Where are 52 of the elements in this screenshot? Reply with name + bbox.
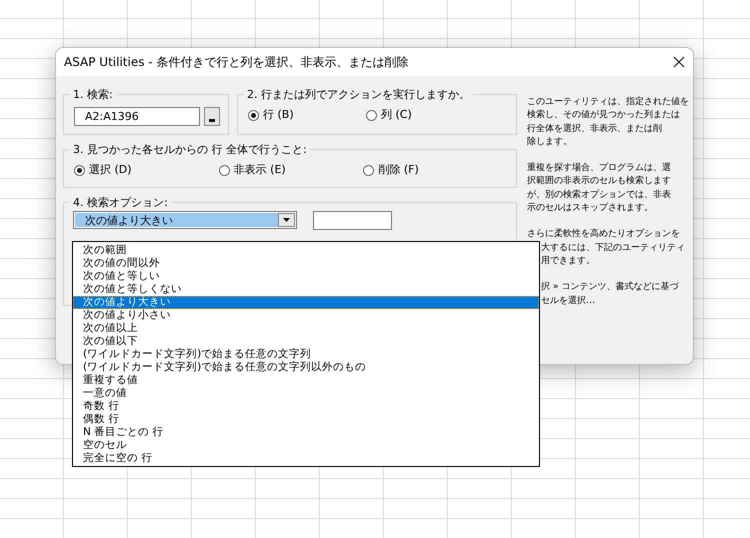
dropdown-option[interactable]: 空のセル [73,439,539,452]
dropdown-option[interactable]: (ワイルドカード文字列)で始まる任意の文字列以外のもの [73,361,539,374]
dropdown-option[interactable]: 次の値以下 [73,335,539,348]
dropdown-option[interactable]: 次の範囲 [73,244,539,257]
dropdown-option[interactable]: 奇数 行 [73,400,539,413]
dropdown-option[interactable]: 次の値の間以外 [73,257,539,270]
dropdown-option[interactable]: 一意の値 [73,387,539,400]
radio-label[interactable]: 非表示 (E) [234,162,286,179]
radio-button[interactable] [218,165,230,176]
group-label: 4. 検索オプション: [72,196,169,210]
description-text: 択範囲の非表示のセルも検索します [527,174,671,188]
description-text: 大するには、下記のユーティリティ [541,240,685,254]
group-label: 2. 行または列でアクションを実行しますか。 [246,88,471,102]
dropdown-option[interactable]: 次の値以上 [73,322,539,335]
radio-button[interactable] [366,110,377,121]
description-text: 用できます。 [541,254,595,268]
dropdown-option[interactable]: N 番目ごとの 行 [73,426,539,439]
radio-label[interactable]: 選択 (D) [89,162,132,179]
dropdown-option[interactable]: 重複する値 [73,374,539,387]
close-icon[interactable] [673,56,685,68]
description-text: 検索し、その値が見つかった列または [527,108,680,122]
description-text: さらに柔軟性を高めたりオプションを [527,227,680,241]
description-text: 示のセルはスキップされます。 [527,201,653,214]
dropdown-value: 次の値より大きい [75,213,278,228]
dropdown-arrow-icon [283,218,290,222]
dropdown-option[interactable]: 完全に空の 行 [73,452,539,465]
dropdown-option[interactable]: 次の値より大きい [73,296,539,309]
description-text: 除します。 [527,134,572,148]
dropdown-option[interactable]: 偶数 行 [73,413,539,426]
value-field[interactable] [313,211,392,230]
dropdown-option[interactable]: 次の値と等しい [73,270,539,283]
condition-dropdown[interactable]: 次の値より大きい [73,211,297,230]
dropdown-option[interactable]: 次の値より小さい [73,309,539,322]
window-title: ASAP Utilities - 条件付きで行と列を選択、非表示、または削除 [64,54,408,71]
group-label: 1. 検索: [72,88,114,102]
description-text: が、別の検索オプションでは、非表 [527,188,671,202]
group-label: 3. 見つかった各セルからの 行 全体で行うこと: [72,143,308,156]
radio-label[interactable]: 列 (C) [381,107,412,124]
radio-button[interactable] [363,165,374,176]
radio-label[interactable]: 行 (B) [263,107,294,124]
dropdown-option[interactable]: 次の値と等しくない [73,283,539,296]
range-picker-button[interactable] [204,107,220,126]
range-field[interactable]: A2:A1396 [74,107,200,126]
description-text: 行全体を選択、非表示、または削 [527,122,662,135]
radio-button[interactable] [248,110,259,121]
description-text: 重複を探す場合、プログラムは、選 [527,161,671,174]
description-text: 択 » コンテンツ、書式などに基づ [541,280,678,294]
radio-label[interactable]: 削除 (F) [378,162,419,179]
radio-button[interactable] [74,165,85,176]
description-text: このユーティリティは、指定された値を [527,95,689,108]
description-text: セルを選択… [541,294,596,307]
dropdown-option[interactable]: (ワイルドカード文字列)で始まる任意の文字列 [73,348,539,361]
